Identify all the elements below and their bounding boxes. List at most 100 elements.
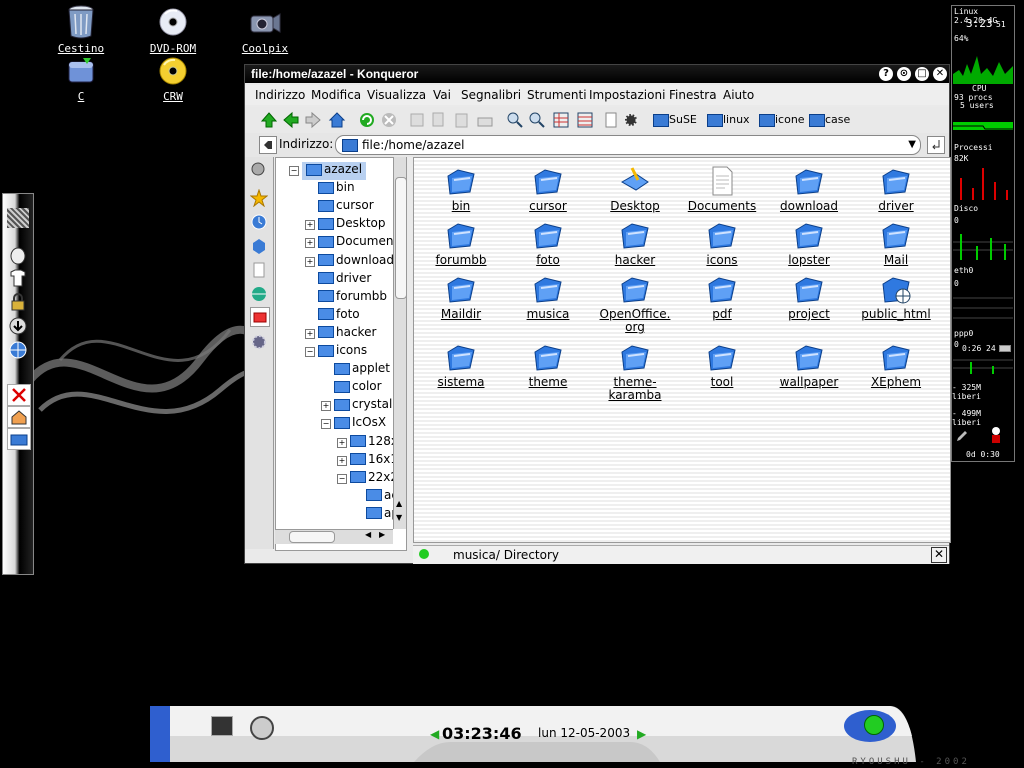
- clock-next-icon[interactable]: ▶: [637, 727, 646, 741]
- expand-icon[interactable]: +: [305, 238, 315, 249]
- home-icon[interactable]: [327, 110, 347, 130]
- tshirt-icon[interactable]: [7, 268, 29, 288]
- help-button[interactable]: ?: [879, 67, 893, 81]
- tree-item[interactable]: +128x: [337, 434, 398, 452]
- file-item[interactable]: Maildir: [418, 272, 504, 321]
- sidebar-bookmarks-icon[interactable]: [249, 188, 269, 208]
- bookmark-suse[interactable]: SuSE: [651, 110, 697, 130]
- desktop-icon-trash[interactable]: Cestino: [41, 4, 121, 55]
- file-item[interactable]: theme: [505, 340, 591, 389]
- tree-item[interactable]: + Desktop: [305, 216, 386, 234]
- forward-icon[interactable]: [303, 110, 323, 130]
- tree-item[interactable]: driver: [318, 271, 371, 289]
- sidebar-network-icon[interactable]: [250, 285, 268, 303]
- pen-icon[interactable]: [956, 430, 968, 442]
- panel-date[interactable]: lun 12-05-2003: [538, 726, 630, 740]
- desktop-icon-harddisk[interactable]: C: [41, 54, 121, 103]
- window-titlebar[interactable]: file:/home/azazel - Konqueror ? ⊙ □ ✕: [245, 65, 949, 83]
- menu-vai[interactable]: Vai: [433, 88, 451, 102]
- new-document-icon[interactable]: [601, 110, 621, 130]
- sidebar-history-icon[interactable]: [250, 213, 268, 231]
- tree-item[interactable]: + download: [305, 253, 394, 271]
- sidebar-devices-icon[interactable]: [250, 237, 268, 255]
- bookmark-icone[interactable]: icone: [757, 110, 805, 130]
- file-item[interactable]: wallpaper: [766, 340, 852, 389]
- menu-strumenti[interactable]: Strumenti: [527, 88, 587, 102]
- stop-icon[interactable]: [379, 110, 399, 130]
- scroll-left-icon[interactable]: ◀: [365, 530, 371, 539]
- zoom-in-icon[interactable]: [505, 110, 525, 130]
- tree-item[interactable]: + crystal: [321, 397, 392, 415]
- file-item[interactable]: driver: [853, 164, 939, 213]
- file-item[interactable]: bin: [418, 164, 504, 213]
- file-item[interactable]: Desktop: [592, 164, 678, 213]
- menu-modifica[interactable]: Modifica: [311, 88, 361, 102]
- file-item[interactable]: lopster: [766, 218, 852, 267]
- close-view-icon[interactable]: ✕: [931, 547, 947, 563]
- tree-item[interactable]: − IcOsX: [321, 415, 386, 433]
- file-item[interactable]: public_html: [853, 272, 939, 321]
- mouse-icon[interactable]: [7, 246, 29, 266]
- collapse-icon[interactable]: −: [305, 347, 315, 357]
- file-item[interactable]: sistema: [418, 340, 504, 389]
- download-icon[interactable]: [7, 316, 29, 336]
- clock-prev-icon[interactable]: ◀: [430, 727, 439, 741]
- copy-icon[interactable]: [429, 110, 449, 130]
- lock-icon[interactable]: [7, 292, 29, 312]
- connect-icon[interactable]: [864, 715, 884, 735]
- sidebar-home-icon[interactable]: [250, 307, 270, 327]
- menu-aiuto[interactable]: Aiuto: [723, 88, 754, 102]
- minimize-button[interactable]: ⊙: [897, 67, 911, 81]
- expand-icon[interactable]: +: [305, 220, 315, 231]
- gear-icon[interactable]: [621, 110, 641, 130]
- file-item[interactable]: cursor: [505, 164, 591, 213]
- sidebar-documents-icon[interactable]: [250, 261, 268, 279]
- file-item[interactable]: XEphem: [853, 340, 939, 389]
- menu-finestra[interactable]: Finestra: [669, 88, 717, 102]
- tree-item[interactable]: −22x2: [337, 470, 398, 488]
- tree-item[interactable]: color: [334, 379, 382, 397]
- cut-icon[interactable]: [407, 110, 427, 130]
- desktop-icon-dvd[interactable]: DVD-ROM: [133, 4, 213, 55]
- browser-icon[interactable]: [250, 716, 274, 740]
- scroll-down-icon[interactable]: ▼: [396, 513, 402, 522]
- tree-item[interactable]: +16x1: [337, 452, 398, 470]
- clear-location-icon[interactable]: [259, 136, 277, 154]
- terminal-icon[interactable]: [211, 716, 233, 736]
- expand-icon[interactable]: +: [337, 455, 347, 466]
- tree-vertical-scrollbar[interactable]: ▲ ▼: [393, 157, 407, 529]
- tree-horizontal-scrollbar[interactable]: ◀ ▶: [275, 529, 393, 544]
- expand-icon[interactable]: +: [337, 437, 347, 448]
- address-input[interactable]: file:/home/azazel ▼: [335, 135, 921, 155]
- tree-item[interactable]: applet: [334, 361, 390, 379]
- tree-item[interactable]: + hacker: [305, 325, 376, 343]
- sidebar-search-icon[interactable]: [250, 161, 268, 179]
- collapse-icon[interactable]: −: [289, 166, 299, 176]
- bookmark-linux[interactable]: linux: [705, 110, 750, 130]
- up-icon[interactable]: [259, 110, 279, 130]
- icon-view-icon[interactable]: [551, 110, 571, 130]
- tree-item[interactable]: bin: [318, 180, 355, 198]
- menu-indirizzo[interactable]: Indirizzo: [255, 88, 305, 102]
- menu-impostazioni[interactable]: Impostazioni: [589, 88, 665, 102]
- home-folder-icon[interactable]: [7, 406, 31, 428]
- scroll-thumb[interactable]: [395, 177, 407, 299]
- file-item[interactable]: icons: [679, 218, 765, 267]
- globe-icon[interactable]: [7, 340, 29, 360]
- maximize-button[interactable]: □: [915, 67, 929, 81]
- expand-icon[interactable]: +: [305, 256, 315, 267]
- file-item[interactable]: hacker: [592, 218, 678, 267]
- file-item[interactable]: foto: [505, 218, 591, 267]
- paste-icon[interactable]: [451, 110, 471, 130]
- back-icon[interactable]: [281, 110, 301, 130]
- expand-icon[interactable]: +: [305, 328, 315, 339]
- zoom-out-icon[interactable]: [527, 110, 547, 130]
- panel-clock[interactable]: 03:23:46: [442, 724, 522, 743]
- detail-view-icon[interactable]: [575, 110, 595, 130]
- collapse-icon[interactable]: −: [321, 419, 331, 430]
- file-item[interactable]: download: [766, 164, 852, 213]
- menu-segnalibri[interactable]: Segnalibri: [461, 88, 521, 102]
- desktop-icon-cd[interactable]: CRW: [133, 54, 213, 103]
- file-item[interactable]: theme- karamba: [592, 340, 678, 402]
- sidebar-services-icon[interactable]: [250, 333, 268, 351]
